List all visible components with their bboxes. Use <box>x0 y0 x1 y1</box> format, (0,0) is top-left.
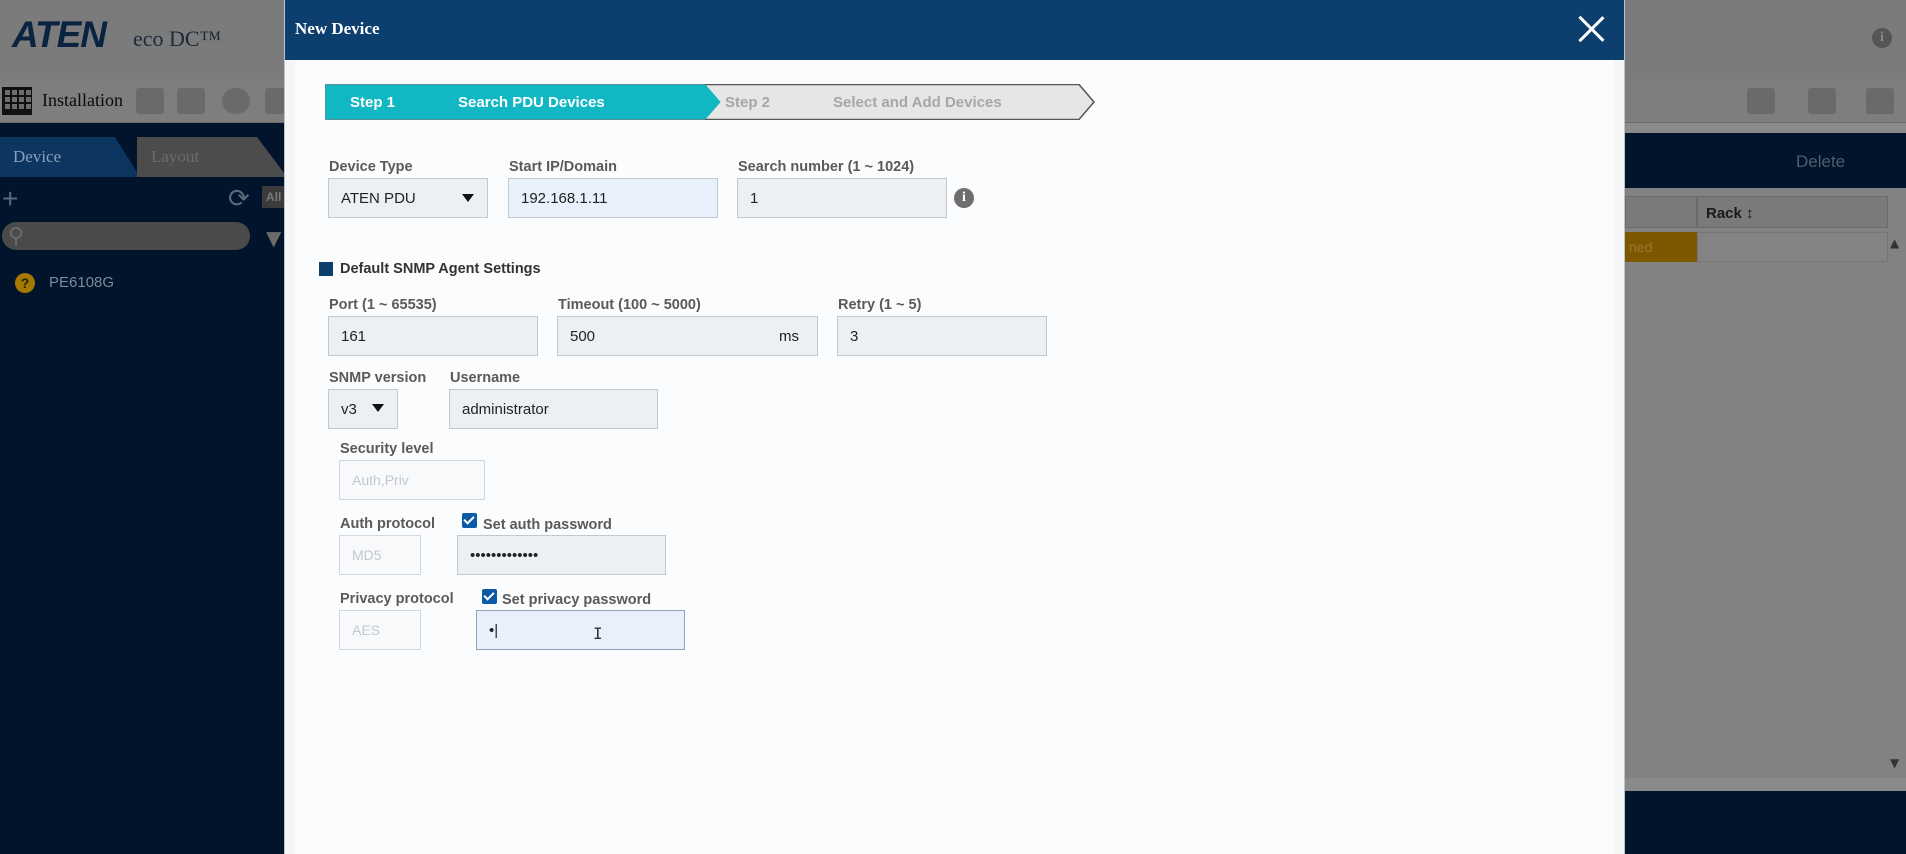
inbox-icon[interactable] <box>1808 88 1836 114</box>
step-2-title: Select and Add Devices <box>833 94 1002 111</box>
toolbar-title: Installation <box>42 90 123 110</box>
delete-button[interactable]: Delete <box>1796 152 1845 172</box>
unknown-status-icon: ? <box>15 273 35 293</box>
info-icon[interactable]: i <box>954 188 974 208</box>
refresh-icon[interactable]: ⟳ <box>228 184 250 214</box>
retry-input[interactable]: 3 <box>837 316 1047 356</box>
dialog-body <box>295 60 1614 854</box>
search-icon: ⚲ <box>8 224 25 249</box>
step-1-title: Search PDU Devices <box>458 94 605 111</box>
sidebar-device-item[interactable]: PE6108G <box>49 274 114 291</box>
set-auth-password-checkbox[interactable] <box>462 513 477 528</box>
table-header-rack[interactable]: Rack ↕ <box>1697 196 1888 228</box>
text-cursor-icon: I <box>593 624 603 643</box>
privacy-protocol-field: AES <box>339 610 421 650</box>
username-label: Username <box>450 370 521 386</box>
snmp-version-select[interactable]: v3 <box>328 389 398 429</box>
add-icon[interactable]: + <box>2 183 18 215</box>
username-input[interactable]: administrator <box>449 389 658 429</box>
start-ip-label: Start IP/Domain <box>509 159 617 175</box>
privacy-password-input[interactable]: •| <box>476 610 685 650</box>
sidebar-search-input[interactable] <box>2 222 250 250</box>
close-icon[interactable] <box>1574 12 1608 46</box>
device-type-value: ATEN PDU <box>341 190 416 207</box>
chevron-down-icon <box>462 194 474 202</box>
user-settings-icon[interactable] <box>1747 88 1775 114</box>
auth-password-input[interactable]: ••••••••••••• <box>457 535 666 575</box>
wizard-step-2[interactable]: Step 2 Select and Add Devices <box>705 84 1095 120</box>
table-header-status <box>1625 196 1697 228</box>
section-marker <box>319 262 333 276</box>
snmp-section-title: Default SNMP Agent Settings <box>340 261 541 277</box>
logout-icon[interactable] <box>1866 88 1894 114</box>
device-table <box>1625 188 1906 778</box>
search-number-input[interactable]: 1 <box>737 178 947 218</box>
menu-grid-icon[interactable] <box>2 87 32 115</box>
set-privacy-password-checkbox[interactable] <box>482 589 497 604</box>
upload-icon[interactable] <box>177 88 205 114</box>
dialog-title: New Device <box>295 19 380 38</box>
device-type-label: Device Type <box>329 159 413 175</box>
table-cell-rack <box>1697 232 1888 262</box>
layout-icon[interactable] <box>136 88 164 114</box>
product-name: eco DC™ <box>133 26 222 51</box>
step-1-number: Step 1 <box>350 94 396 111</box>
timeout-value: 500 <box>570 328 596 345</box>
aten-logo: ATEN <box>12 14 107 55</box>
filter-icon[interactable]: ▼ <box>266 226 281 250</box>
security-level-label: Security level <box>340 441 434 457</box>
set-auth-password-label: Set auth password <box>483 517 612 533</box>
search-number-label: Search number (1 ~ 1024) <box>738 159 915 175</box>
timeout-unit: ms <box>779 328 799 345</box>
start-ip-input[interactable]: 192.168.1.11 <box>508 178 718 218</box>
security-level-field: Auth,Priv <box>339 460 485 500</box>
wizard-step-1[interactable]: Step 1 Search PDU Devices <box>325 84 725 120</box>
auth-protocol-label: Auth protocol <box>340 516 436 532</box>
port-label: Port (1 ~ 65535) <box>329 297 437 313</box>
privacy-protocol-label: Privacy protocol <box>340 591 454 607</box>
timeout-input[interactable]: 500 ms <box>557 316 818 356</box>
info-icon[interactable]: i <box>1872 28 1892 48</box>
right-action-bar <box>1625 133 1906 188</box>
snmp-version-value: v3 <box>341 401 357 418</box>
right-footer <box>1625 791 1906 854</box>
filter-all-badge[interactable]: All <box>262 186 286 208</box>
step-2-number: Step 2 <box>725 94 771 111</box>
table-cell-status: ned <box>1625 232 1697 262</box>
scroll-up-arrow[interactable]: ▲ <box>1890 236 1899 250</box>
set-privacy-password-label: Set privacy password <box>502 592 652 608</box>
port-input[interactable]: 161 <box>328 316 538 356</box>
dialog-header: New Device <box>285 0 1624 60</box>
retry-label: Retry (1 ~ 5) <box>838 297 922 313</box>
scroll-down-arrow[interactable]: ▼ <box>1890 756 1899 770</box>
snmp-version-label: SNMP version <box>329 370 427 386</box>
chevron-down-icon <box>372 404 384 412</box>
timeout-label: Timeout (100 ~ 5000) <box>558 297 701 313</box>
dashboard-icon[interactable] <box>222 88 250 114</box>
auth-protocol-field: MD5 <box>339 535 421 575</box>
